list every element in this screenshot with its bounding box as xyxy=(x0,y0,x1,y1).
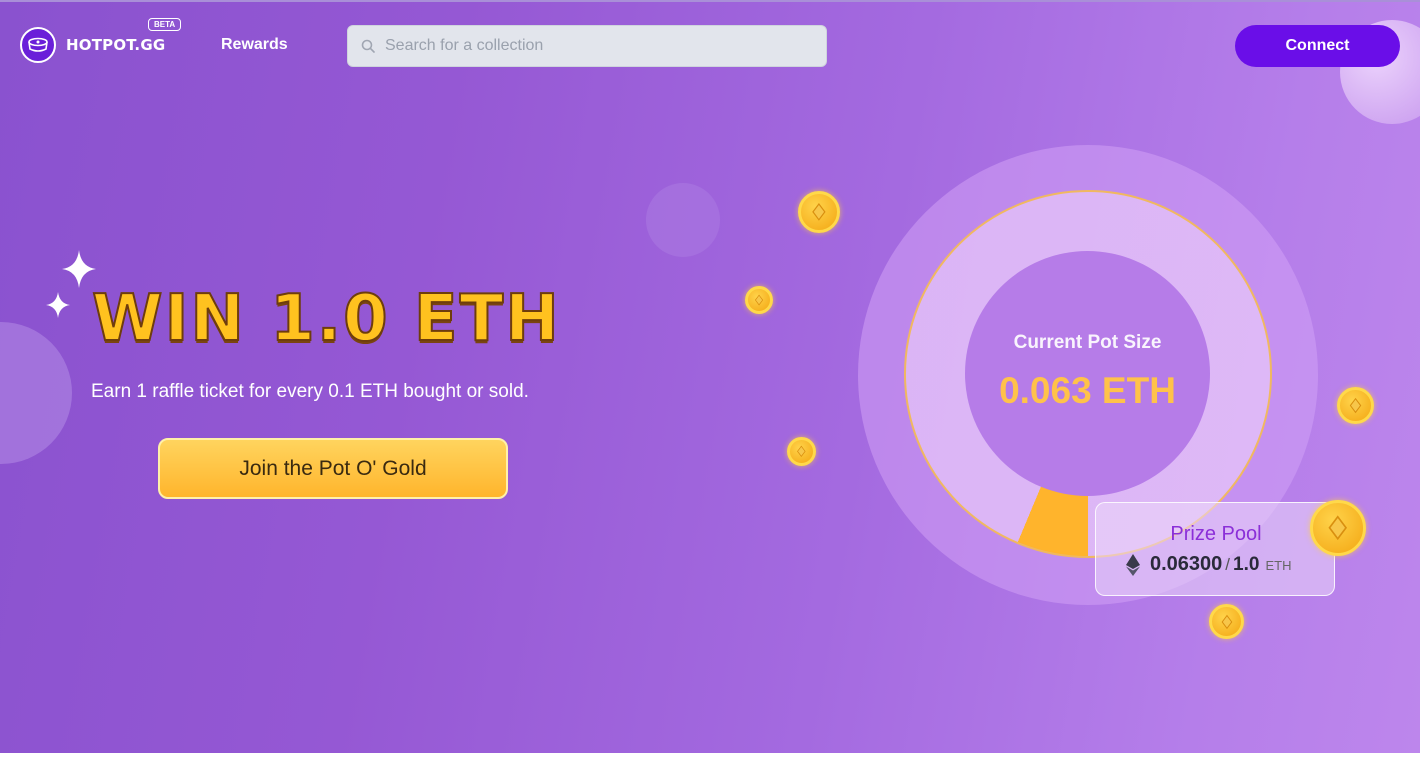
prize-pool-title: Prize Pool xyxy=(1170,523,1262,545)
prize-pool-unit: ETH xyxy=(1265,558,1292,573)
ethereum-icon xyxy=(1126,553,1140,576)
prize-pool-total: 1.0 xyxy=(1233,554,1260,575)
pot-size-label: Current Pot Size xyxy=(1013,332,1162,353)
decorative-blob xyxy=(646,183,720,257)
join-pot-button[interactable]: Join the Pot O' Gold xyxy=(158,438,508,499)
search-input[interactable] xyxy=(385,37,805,55)
connect-button[interactable]: Connect xyxy=(1235,25,1400,67)
hotpot-logo-icon xyxy=(20,27,56,63)
sparkle-icon xyxy=(62,250,96,288)
beta-badge: BETA xyxy=(148,18,182,31)
prize-pool-row: 0.06300 / 1.0 ETH xyxy=(1126,553,1291,576)
coin-icon xyxy=(1209,604,1244,639)
nav-rewards-link[interactable]: Rewards xyxy=(221,36,288,54)
coin-icon xyxy=(745,286,773,314)
top-border xyxy=(0,0,1420,2)
prize-pool-separator: / xyxy=(1225,555,1231,574)
coin-icon xyxy=(1337,387,1374,424)
logo[interactable]: HOTPOT.GG xyxy=(20,27,165,63)
coin-icon xyxy=(787,437,816,466)
page-background: HOTPOT.GG BETA Rewards Connect WIN 1.0 E… xyxy=(0,0,1420,753)
search-icon xyxy=(361,39,375,53)
coin-icon xyxy=(1310,500,1366,556)
pot-size-value: 0.063 ETH xyxy=(999,370,1176,411)
coin-icon xyxy=(798,191,840,233)
decorative-blob xyxy=(0,322,72,464)
hero-subline: Earn 1 raffle ticket for every 0.1 ETH b… xyxy=(91,381,529,402)
hero-headline: WIN 1.0 ETH xyxy=(91,281,561,357)
logo-text: HOTPOT.GG xyxy=(66,36,166,54)
prize-pool-card: Prize Pool 0.06300 / 1.0 ETH xyxy=(1095,502,1335,596)
sparkle-icon xyxy=(46,292,70,318)
search-bar[interactable] xyxy=(347,25,827,67)
prize-pool-amount: 0.06300 xyxy=(1150,553,1223,575)
